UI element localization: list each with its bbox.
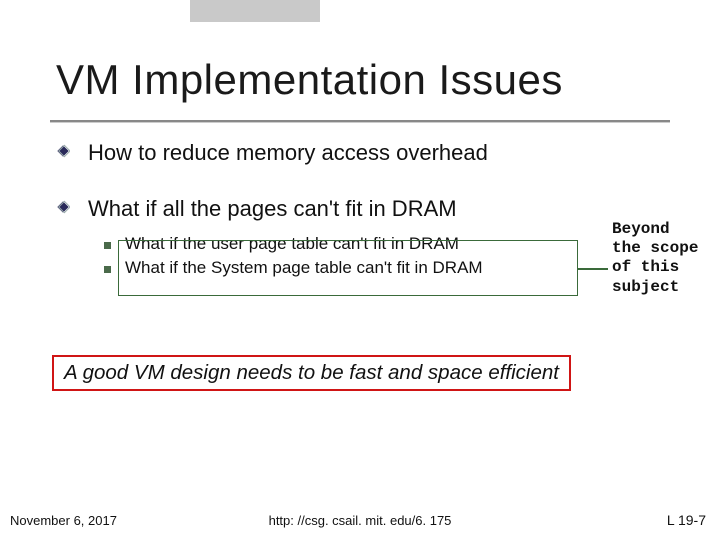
title-underline <box>50 120 670 122</box>
bullet-1-text: How to reduce memory access overhead <box>88 140 488 166</box>
square-icon <box>104 242 111 249</box>
diamond-icon <box>56 200 78 222</box>
bullet-1: How to reduce memory access overhead <box>56 140 676 166</box>
square-icon <box>104 266 111 273</box>
footer-url: http: //csg. csail. mit. edu/6. 175 <box>0 513 720 528</box>
footer-page: L 19-7 <box>667 512 706 528</box>
callout-text: Beyond the scope of this subject <box>612 220 698 297</box>
emphasis-text: A good VM design needs to be fast and sp… <box>64 361 559 384</box>
diamond-icon <box>56 144 78 166</box>
slide: VM Implementation Issues How to reduce m… <box>0 0 720 540</box>
callout-connector <box>578 268 608 270</box>
bullet-2-text: What if all the pages can't fit in DRAM <box>88 196 457 222</box>
callout-frame <box>118 240 578 296</box>
emphasis-box: A good VM design needs to be fast and sp… <box>52 355 571 391</box>
slide-title: VM Implementation Issues <box>56 56 700 104</box>
top-placeholder <box>190 0 320 22</box>
bullet-2: What if all the pages can't fit in DRAM <box>56 196 676 222</box>
